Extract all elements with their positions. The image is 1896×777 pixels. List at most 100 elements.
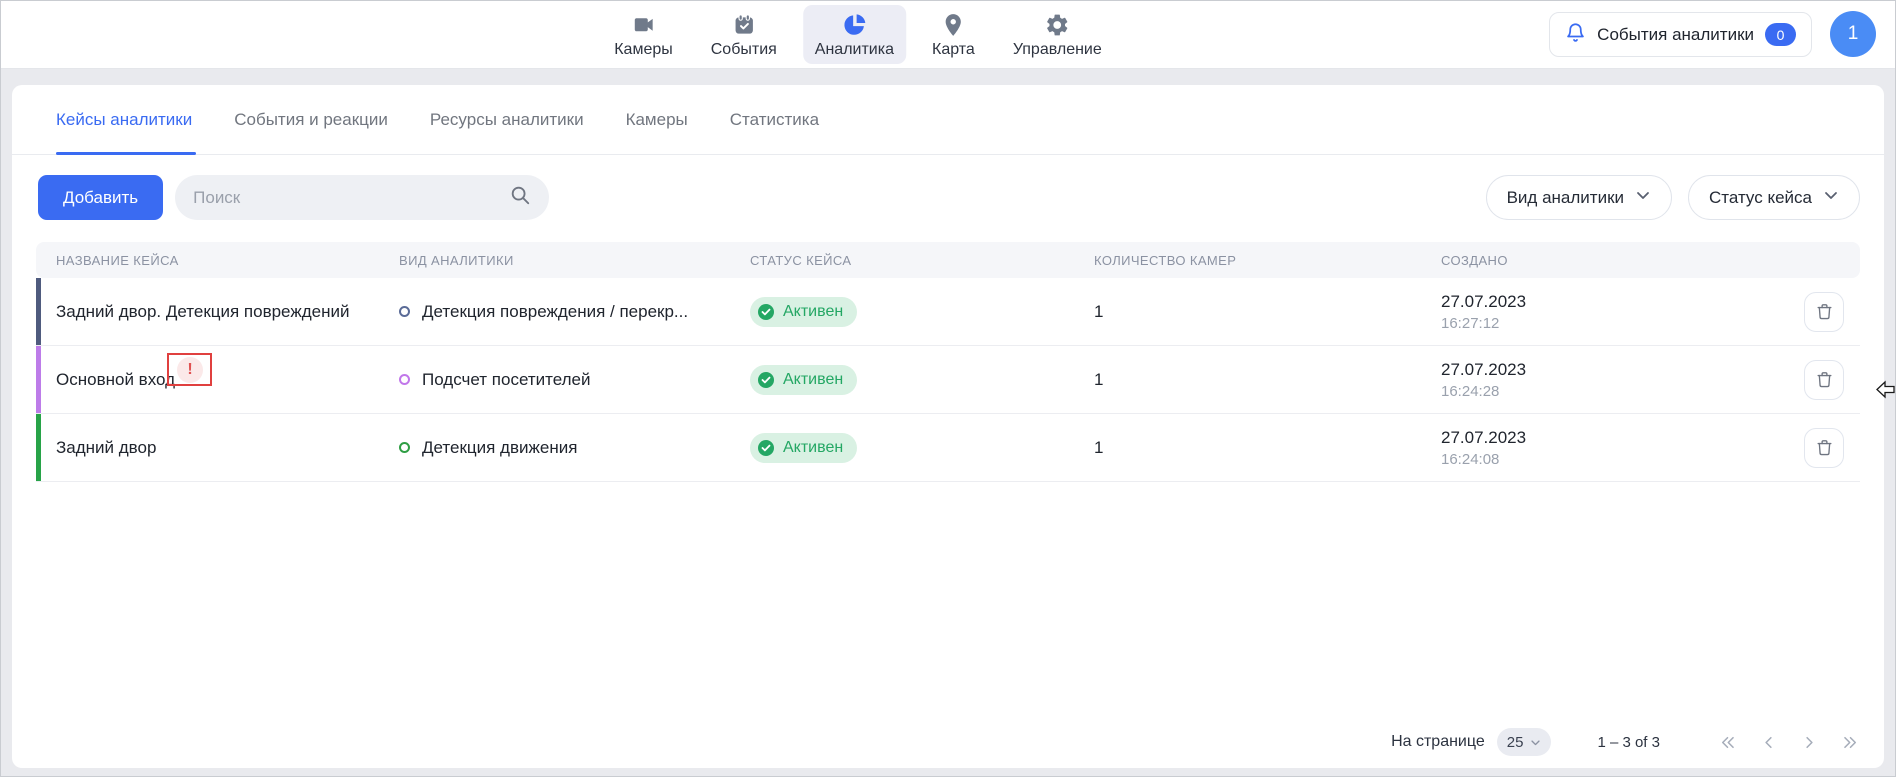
toolbar: Добавить Вид аналитики Статус кейса xyxy=(38,175,1860,220)
camera-count: 1 xyxy=(1094,302,1441,322)
filter-label: Статус кейса xyxy=(1709,188,1812,208)
check-circle-icon xyxy=(757,303,775,321)
camera-count: 1 xyxy=(1094,438,1441,458)
camera-icon xyxy=(630,12,656,38)
col-header-case-status: СТАТУС КЕЙСА xyxy=(750,253,1094,268)
map-pin-icon xyxy=(940,12,966,38)
table-row[interactable]: Задний двор. Детекция повреждений Детекц… xyxy=(36,278,1860,346)
analytics-type-icon xyxy=(399,306,410,317)
col-header-case-name: НАЗВАНИЕ КЕЙСА xyxy=(36,253,399,268)
created-time: 16:27:12 xyxy=(1441,315,1736,332)
filter-label: Вид аналитики xyxy=(1507,188,1624,208)
mouse-cursor xyxy=(1876,380,1896,404)
page-size-select[interactable]: 25 xyxy=(1497,728,1552,756)
page-size-value: 25 xyxy=(1507,734,1524,751)
camera-count: 1 xyxy=(1094,370,1441,390)
created-date: 27.07.2023 xyxy=(1441,292,1736,312)
events-count-badge: 0 xyxy=(1765,23,1796,46)
case-name: Задний двор xyxy=(36,438,399,458)
col-header-created: СОЗДАНО xyxy=(1441,253,1736,268)
search-input[interactable] xyxy=(193,188,509,208)
created-date: 27.07.2023 xyxy=(1441,428,1736,448)
pagination-range: 1 – 3 of 3 xyxy=(1597,734,1660,751)
status-badge: Активен xyxy=(750,297,857,327)
tab-statistics[interactable]: Статистика xyxy=(730,85,819,154)
chevron-down-icon xyxy=(1530,737,1541,748)
filter-analytics-type[interactable]: Вид аналитики xyxy=(1486,175,1672,220)
table-header: НАЗВАНИЕ КЕЙСА ВИД АНАЛИТИКИ СТАТУС КЕЙС… xyxy=(36,242,1860,278)
nav-item-analytics[interactable]: Аналитика xyxy=(803,5,906,64)
case-color-stripe xyxy=(36,278,41,345)
trash-icon xyxy=(1815,370,1834,389)
nav-item-label: Аналитика xyxy=(815,41,894,59)
analytics-type: Подсчет посетителей xyxy=(399,370,750,390)
tab-events-reactions[interactable]: События и реакции xyxy=(234,85,388,154)
gear-icon xyxy=(1044,12,1070,38)
last-page-button[interactable] xyxy=(1841,733,1860,752)
analytics-events-label: События аналитики xyxy=(1597,25,1754,45)
analytics-type-icon xyxy=(399,442,410,453)
check-circle-icon xyxy=(757,439,775,457)
trash-icon xyxy=(1815,438,1834,457)
add-button[interactable]: Добавить xyxy=(38,175,163,220)
search-icon xyxy=(509,184,531,211)
pagination-bar: На странице 25 1 – 3 of 3 xyxy=(1391,728,1860,756)
per-page-label: На странице xyxy=(1391,733,1485,751)
case-name: Задний двор. Детекция повреждений xyxy=(36,302,399,322)
bell-icon xyxy=(1565,22,1586,48)
tab-analytics-resources[interactable]: Ресурсы аналитики xyxy=(430,85,584,154)
table-row[interactable]: Основной вход ! Подсчет посетителей Акти… xyxy=(36,346,1860,414)
trash-icon xyxy=(1815,302,1834,321)
delete-case-button[interactable] xyxy=(1804,292,1844,332)
cases-table: НАЗВАНИЕ КЕЙСА ВИД АНАЛИТИКИ СТАТУС КЕЙС… xyxy=(36,242,1860,482)
events-icon xyxy=(731,12,757,38)
col-header-analytics-type: ВИД АНАЛИТИКИ xyxy=(399,253,750,268)
top-navbar: Камеры События Аналитика Карта Управлени xyxy=(0,0,1896,69)
delete-case-button[interactable] xyxy=(1804,428,1844,468)
pager-controls xyxy=(1718,733,1860,752)
nav-item-map[interactable]: Карта xyxy=(920,5,987,64)
page-tabs: Кейсы аналитики События и реакции Ресурс… xyxy=(12,85,1884,155)
created-cell: 27.07.2023 16:24:08 xyxy=(1441,428,1736,468)
case-color-stripe xyxy=(36,414,41,481)
delete-case-button[interactable] xyxy=(1804,360,1844,400)
nav-item-label: Управление xyxy=(1013,41,1102,59)
prev-page-button[interactable] xyxy=(1759,733,1778,752)
analytics-type: Детекция движения xyxy=(399,438,750,458)
user-avatar[interactable]: 1 xyxy=(1830,11,1876,57)
case-name: Основной вход ! xyxy=(36,367,399,393)
pie-chart-icon xyxy=(841,12,867,38)
created-cell: 27.07.2023 16:27:12 xyxy=(1441,292,1736,332)
created-cell: 27.07.2023 16:24:28 xyxy=(1441,360,1736,400)
case-color-stripe xyxy=(36,346,41,413)
tab-analytics-cases[interactable]: Кейсы аналитики xyxy=(56,85,192,154)
search-field[interactable] xyxy=(175,175,549,220)
created-date: 27.07.2023 xyxy=(1441,360,1736,380)
analytics-type-icon xyxy=(399,374,410,385)
warning-highlight-box xyxy=(167,353,212,386)
check-circle-icon xyxy=(757,371,775,389)
created-time: 16:24:08 xyxy=(1441,451,1736,468)
chevron-down-icon xyxy=(1823,187,1839,208)
nav-item-label: События xyxy=(711,41,777,59)
next-page-button[interactable] xyxy=(1800,733,1819,752)
status-badge: Активен xyxy=(750,433,857,463)
col-header-camera-count: КОЛИЧЕСТВО КАМЕР xyxy=(1094,253,1441,268)
status-badge: Активен xyxy=(750,365,857,395)
nav-item-label: Карта xyxy=(932,41,975,59)
first-page-button[interactable] xyxy=(1718,733,1737,752)
analytics-events-button[interactable]: События аналитики 0 xyxy=(1549,12,1812,57)
analytics-type: Детекция повреждения / перекр... xyxy=(399,302,750,322)
nav-item-label: Камеры xyxy=(614,41,673,59)
nav-item-management[interactable]: Управление xyxy=(1001,5,1114,64)
chevron-down-icon xyxy=(1635,187,1651,208)
table-row[interactable]: Задний двор Детекция движения Активен 1 … xyxy=(36,414,1860,482)
main-navigation: Камеры События Аналитика Карта Управлени xyxy=(602,0,1114,68)
created-time: 16:24:28 xyxy=(1441,383,1736,400)
nav-item-cameras[interactable]: Камеры xyxy=(602,5,685,64)
filter-case-status[interactable]: Статус кейса xyxy=(1688,175,1860,220)
nav-item-events[interactable]: События xyxy=(699,5,789,64)
analytics-page-card: Кейсы аналитики События и реакции Ресурс… xyxy=(12,85,1884,768)
tab-cameras[interactable]: Камеры xyxy=(626,85,688,154)
warning-annotation: ! xyxy=(177,357,203,383)
